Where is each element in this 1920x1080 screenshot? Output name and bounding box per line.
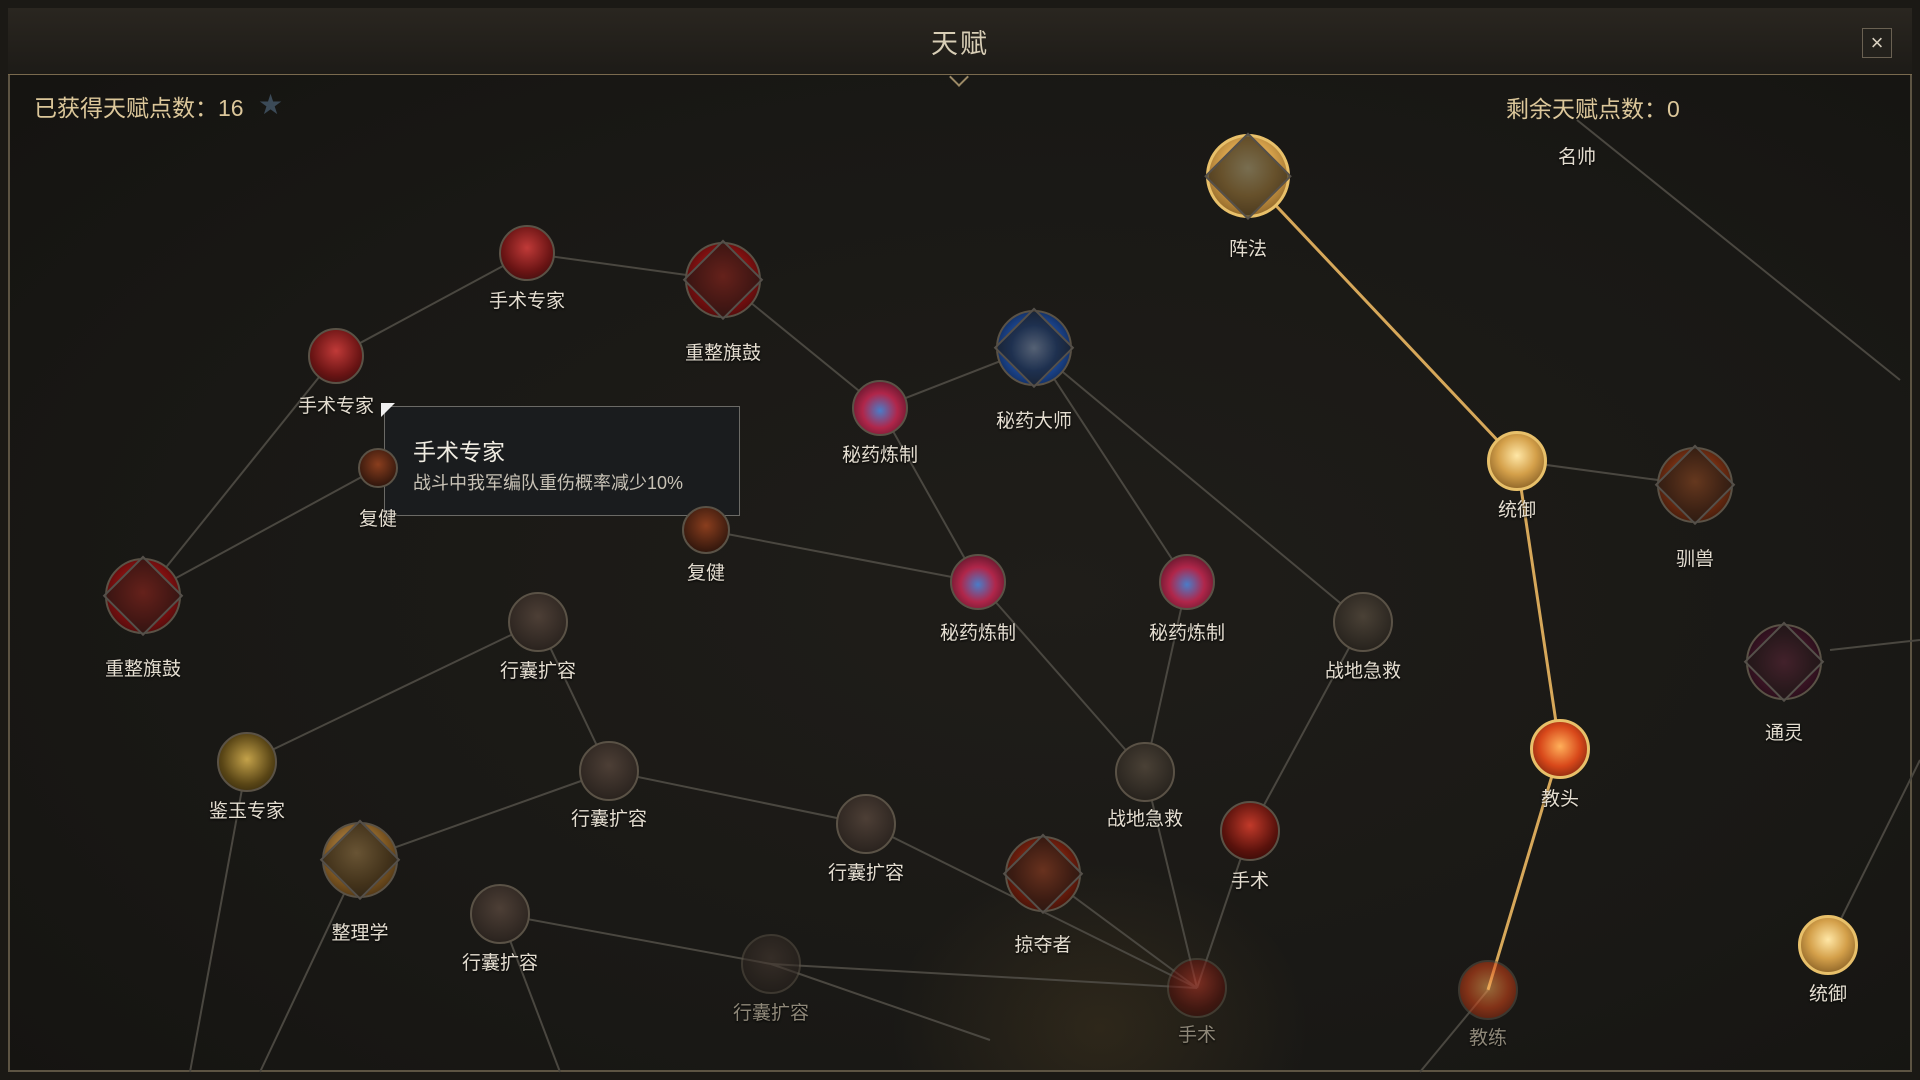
talent-label: 行囊扩容	[570, 809, 647, 830]
talent-label: 秘药大师	[995, 411, 1072, 432]
talent-link-edge-1	[1829, 639, 1920, 651]
heart-icon[interactable]	[685, 242, 761, 318]
scalpel-icon[interactable]	[308, 328, 364, 384]
talent-label: 重整旗鼓	[684, 343, 761, 364]
formation-icon[interactable]	[1206, 134, 1290, 218]
potion-icon[interactable]	[1159, 554, 1215, 610]
beast-icon[interactable]	[1657, 447, 1733, 523]
talent-label: 复健	[358, 509, 397, 530]
jade-icon[interactable]	[217, 732, 277, 792]
talent-label: 驯兽	[1675, 549, 1714, 570]
bandage-icon[interactable]	[1333, 592, 1393, 652]
talent-label: 战地急救	[1106, 809, 1183, 830]
talent-link-6	[879, 407, 979, 583]
talent-link-7	[977, 581, 1146, 773]
recovery-icon[interactable]	[358, 448, 398, 488]
talent-label: 重整旗鼓	[104, 659, 181, 680]
talent-label: 教头	[1540, 789, 1579, 810]
potion-icon[interactable]	[852, 380, 908, 436]
elixir-master-icon[interactable]	[996, 310, 1072, 386]
tooltip-description: 战斗中我军编队重伤概率减少10%	[413, 473, 684, 493]
talent-label: 通灵	[1764, 723, 1803, 744]
bag-icon[interactable]	[508, 592, 568, 652]
talent-label: 行囊扩容	[732, 1003, 809, 1024]
talent-label: 统御	[1497, 500, 1536, 521]
talent-label: 名帅	[1557, 147, 1596, 168]
talent-label: 手术	[1177, 1025, 1216, 1046]
talent-label: 统御	[1808, 984, 1847, 1005]
drill-icon[interactable]	[1530, 719, 1590, 779]
raider-icon[interactable]	[1005, 836, 1081, 912]
commander-icon[interactable]	[1798, 915, 1858, 975]
talent-label: 整理学	[331, 923, 389, 944]
talent-link-16	[246, 621, 539, 763]
talent-link-11	[1249, 621, 1364, 832]
bandage-icon[interactable]	[1115, 742, 1175, 802]
bag-icon[interactable]	[836, 794, 896, 854]
talent-link-23	[1246, 174, 1519, 463]
talent-link-8	[1033, 347, 1188, 583]
talent-label: 行囊扩容	[461, 953, 538, 974]
talent-link-edge-2	[1827, 759, 1920, 946]
talent-label: 手术专家	[488, 291, 565, 312]
recovery-icon[interactable]	[682, 506, 730, 554]
spirit-icon[interactable]	[1746, 624, 1822, 700]
talent-label: 秘药炼制	[939, 623, 1016, 644]
heart-icon[interactable]	[105, 558, 181, 634]
talent-label: 鉴玉专家	[208, 801, 285, 822]
surgery-icon[interactable]	[1167, 958, 1227, 1018]
talent-label: 行囊扩容	[827, 863, 904, 884]
talent-link-5	[142, 467, 379, 597]
scroll-icon[interactable]	[322, 822, 398, 898]
potion-icon[interactable]	[950, 554, 1006, 610]
talent-label: 战地急救	[1324, 661, 1401, 682]
talent-label: 阵法	[1228, 239, 1267, 260]
talent-label: 行囊扩容	[499, 661, 576, 682]
commander-icon[interactable]	[1487, 431, 1547, 491]
tooltip-title: 手术专家	[413, 439, 505, 465]
talent-label: 掠夺者	[1014, 935, 1072, 956]
talent-label: 秘药炼制	[841, 445, 918, 466]
bag-icon[interactable]	[741, 934, 801, 994]
talent-label: 手术专家	[297, 396, 374, 417]
talent-tooltip: 手术专家 战斗中我军编队重伤概率减少10%	[384, 406, 740, 516]
scalpel-icon[interactable]	[499, 225, 555, 281]
talent-link-22	[770, 963, 1198, 989]
talent-label: 复健	[686, 563, 725, 584]
talent-label: 手术	[1230, 871, 1269, 892]
bag-icon[interactable]	[470, 884, 530, 944]
talent-label: 教练	[1468, 1028, 1507, 1049]
talent-label: 秘药炼制	[1148, 623, 1225, 644]
bag-icon[interactable]	[579, 741, 639, 801]
drill-icon[interactable]	[1458, 960, 1518, 1020]
surgery-icon[interactable]	[1220, 801, 1280, 861]
